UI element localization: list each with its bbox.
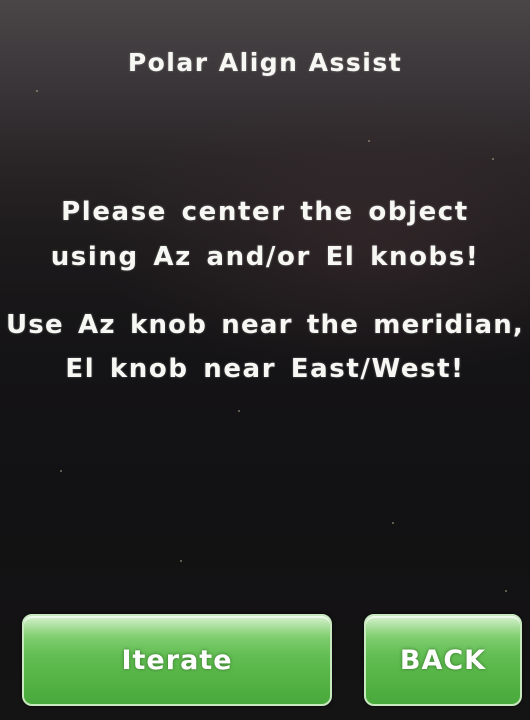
dust-speck xyxy=(60,470,62,472)
dust-speck xyxy=(180,560,182,562)
dust-speck xyxy=(492,158,494,160)
dust-speck xyxy=(505,590,507,592)
instruction-line-1: Please center the object xyxy=(61,197,469,227)
hint-line-2: El knob near East/West! xyxy=(65,354,465,384)
instruction-line-2: using Az and/or El knobs! xyxy=(50,242,480,272)
back-button[interactable]: BACK xyxy=(364,614,522,706)
iterate-button[interactable]: Iterate xyxy=(22,614,332,706)
dust-speck xyxy=(392,522,394,524)
dust-speck xyxy=(36,90,38,92)
dust-speck xyxy=(368,140,370,142)
polar-align-assist-screen: Polar Align Assist Please center the obj… xyxy=(0,0,530,720)
page-title: Polar Align Assist xyxy=(127,48,403,77)
hint-line-1: Use Az knob near the meridian, xyxy=(5,310,524,340)
dust-speck xyxy=(238,410,240,412)
